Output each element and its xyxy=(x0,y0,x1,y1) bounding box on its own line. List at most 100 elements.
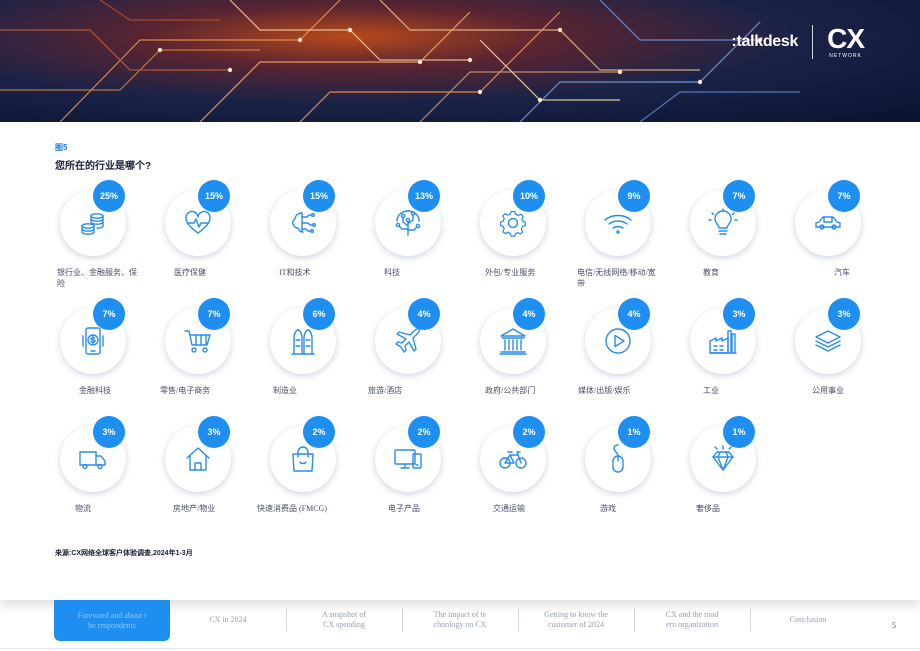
heart-pulse-icon xyxy=(185,210,211,234)
chip-brain-icon xyxy=(291,212,317,234)
industry-item: 7% 零售/电子商务 xyxy=(160,298,265,416)
figure-number: 图5 xyxy=(55,143,68,152)
industry-label: 奢侈品 xyxy=(696,504,720,513)
devices-icon xyxy=(394,449,422,469)
source-note: 来源:CX网络全球客户体验调查,2024年1-3月 xyxy=(55,550,193,557)
logo-divider xyxy=(812,25,814,59)
industry-item: 3% 房地产/物业 xyxy=(160,416,265,534)
percent-badge: 4% xyxy=(513,298,545,330)
percent-badge: 3% xyxy=(828,298,860,330)
industry-item: 4% 政府/公共部门 xyxy=(475,298,580,416)
industry-item: 6% 制造业 xyxy=(265,298,370,416)
industry-label: 汽车 xyxy=(834,268,850,277)
figure-card: 图5 您所在的行业是哪个? 25% 银行业、金融服务、保险 15% 医疗保健 1… xyxy=(0,122,920,600)
percent-badge: 7% xyxy=(723,180,755,212)
industry-label: 制造业 xyxy=(273,386,297,395)
manufacturing-icon xyxy=(291,329,315,355)
play-icon xyxy=(605,328,631,354)
industry-label: 工业 xyxy=(703,386,719,395)
nav-tab-cx-spending[interactable]: A snapshot of CX spending xyxy=(286,608,402,632)
nav-tab-conclusion[interactable]: Conclusion xyxy=(750,608,866,632)
layers-icon xyxy=(815,330,841,352)
industry-label: 房地产/物业 xyxy=(173,504,216,513)
airplane-icon xyxy=(395,327,421,353)
industry-label: 金融科技 xyxy=(79,386,111,395)
diamond-icon xyxy=(712,445,734,471)
lightbulb-icon xyxy=(708,208,738,235)
nav-tab-cx-in-2024[interactable]: CX in 2024 xyxy=(170,608,286,632)
nav-tab-customer-2024[interactable]: Getting to know the customer of 2024 xyxy=(518,608,634,632)
circuit-background-image xyxy=(0,0,800,122)
nav-tab-modern-organization[interactable]: CX and the mod ern organization xyxy=(634,608,750,632)
industry-item: 9% 电信/无线网络/移动/宽带 xyxy=(577,180,685,298)
industry-label: 物流 xyxy=(75,504,91,513)
mobile-dollar-icon xyxy=(82,327,104,355)
circuit-tree-icon xyxy=(395,210,421,236)
factory-icon xyxy=(709,330,737,354)
truck-icon xyxy=(79,451,106,470)
percent-badge: 9% xyxy=(618,180,650,212)
percent-badge: 15% xyxy=(303,180,335,212)
percent-badge: 3% xyxy=(723,298,755,330)
percent-badge: 1% xyxy=(723,416,755,448)
gear-icon xyxy=(500,210,526,237)
percent-badge: 7% xyxy=(93,298,125,330)
industry-item: 4% 媒体/出版/娱乐 xyxy=(578,298,685,416)
industry-label: 交通运输 xyxy=(493,504,525,513)
coins-icon xyxy=(81,213,104,235)
percent-badge: 25% xyxy=(93,180,125,212)
hero-banner: :talkdesk CX NETWORK xyxy=(0,0,920,122)
industry-item: 10% 外包/专业服务 xyxy=(475,180,580,298)
industry-label: 媒体/出版/娱乐 xyxy=(578,386,631,395)
percent-badge: 7% xyxy=(828,180,860,212)
mouse-icon xyxy=(612,444,624,473)
percent-badge: 15% xyxy=(198,180,230,212)
industry-item: 15% 医疗保健 xyxy=(160,180,265,298)
nav-tab-foreword[interactable]: Foreword and about t he respondents xyxy=(54,600,170,641)
industry-label: 政府/公共部门 xyxy=(485,386,536,395)
industry-item: 7% 金融科技 xyxy=(55,298,160,416)
industry-item: 3% 物流 xyxy=(55,416,160,534)
talkdesk-logo: :talkdesk xyxy=(731,33,799,50)
industry-item: 1% 奢侈品 xyxy=(685,416,790,534)
percent-badge: 10% xyxy=(513,180,545,212)
shopping-bag-icon xyxy=(292,446,314,472)
brand-logos: :talkdesk CX NETWORK xyxy=(731,25,865,59)
industry-item: 25% 银行业、金融服务、保险 xyxy=(55,180,160,298)
industry-item: 7% 教育 xyxy=(685,180,790,298)
footer-rule xyxy=(0,648,920,649)
percent-badge: 7% xyxy=(198,298,230,330)
industry-label: 快速消费品 (FMCG) xyxy=(257,504,328,513)
industry-label: 旅游/酒店 xyxy=(368,386,403,395)
industry-label: 医疗保健 xyxy=(174,268,206,277)
industry-item: 7% 汽车 xyxy=(790,180,895,298)
industry-label: 游戏 xyxy=(600,504,616,513)
percent-badge: 13% xyxy=(408,180,440,212)
industry-item: 2% 电子产品 xyxy=(370,416,475,534)
figure-title: 您所在的行业是哪个? xyxy=(55,161,152,172)
percent-badge: 1% xyxy=(618,416,650,448)
industry-label: 电子产品 xyxy=(388,504,420,513)
cx-network-logo: CX NETWORK xyxy=(827,25,865,59)
wifi-icon xyxy=(604,214,632,234)
industry-label: 电信/无线网络/移动/宽带 xyxy=(577,268,656,288)
percent-badge: 6% xyxy=(303,298,335,330)
nav-tab-technology[interactable]: The impact of te chnology on CX xyxy=(402,608,518,632)
industry-label: 公用事业 xyxy=(812,386,844,395)
percent-badge: 2% xyxy=(513,416,545,448)
house-icon xyxy=(186,447,210,471)
industry-label: 零售/电子商务 xyxy=(160,386,211,395)
industry-item: 2% 快速消费品 (FMCG) xyxy=(257,416,370,534)
industry-label: 科技 xyxy=(384,268,400,277)
industry-label: 外包/专业服务 xyxy=(485,268,536,277)
bicycle-icon xyxy=(499,451,527,469)
industry-item: 15% IT和技术 xyxy=(265,180,370,298)
page-number: 5 xyxy=(892,621,896,630)
industry-label: 银行业、金融服务、保险 xyxy=(57,268,137,288)
industry-item: 3% 工业 xyxy=(685,298,790,416)
percent-badge: 4% xyxy=(618,298,650,330)
percent-badge: 2% xyxy=(408,416,440,448)
industry-item: 2% 交通运输 xyxy=(475,416,580,534)
section-nav: Foreword and about t he respondents CX i… xyxy=(0,600,920,651)
percent-badge: 4% xyxy=(408,298,440,330)
